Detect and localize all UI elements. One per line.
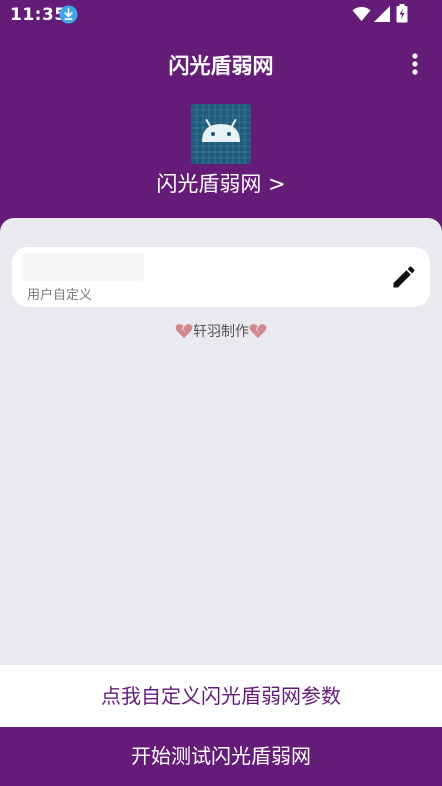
broken-heart-icon: [249, 324, 267, 338]
custom-input-field[interactable]: [22, 253, 144, 281]
wifi-icon: [352, 6, 371, 22]
custom-input-card[interactable]: 用户自定义: [12, 247, 430, 307]
more-vert-icon[interactable]: [401, 48, 429, 80]
status-bar: 11:35: [0, 0, 442, 30]
credit-text: 轩羽制作: [193, 324, 249, 340]
app-bar: 闪光盾弱网: [0, 44, 442, 84]
app-name-link[interactable]: 闪光盾弱网 >: [0, 168, 442, 198]
credit-line: 轩羽制作: [0, 321, 442, 341]
broken-heart-icon: [175, 324, 193, 338]
download-icon: [59, 5, 78, 24]
app-bar-title: 闪光盾弱网: [168, 54, 274, 78]
pencil-icon[interactable]: [390, 263, 418, 291]
custom-input-label: 用户自定义: [27, 288, 93, 303]
customize-params-button[interactable]: 点我自定义闪光盾弱网参数: [0, 665, 442, 727]
signal-icon: [374, 6, 390, 22]
battery-icon: [396, 4, 408, 23]
android-icon[interactable]: [191, 104, 251, 164]
start-test-button[interactable]: 开始测试闪光盾弱网: [0, 727, 442, 786]
